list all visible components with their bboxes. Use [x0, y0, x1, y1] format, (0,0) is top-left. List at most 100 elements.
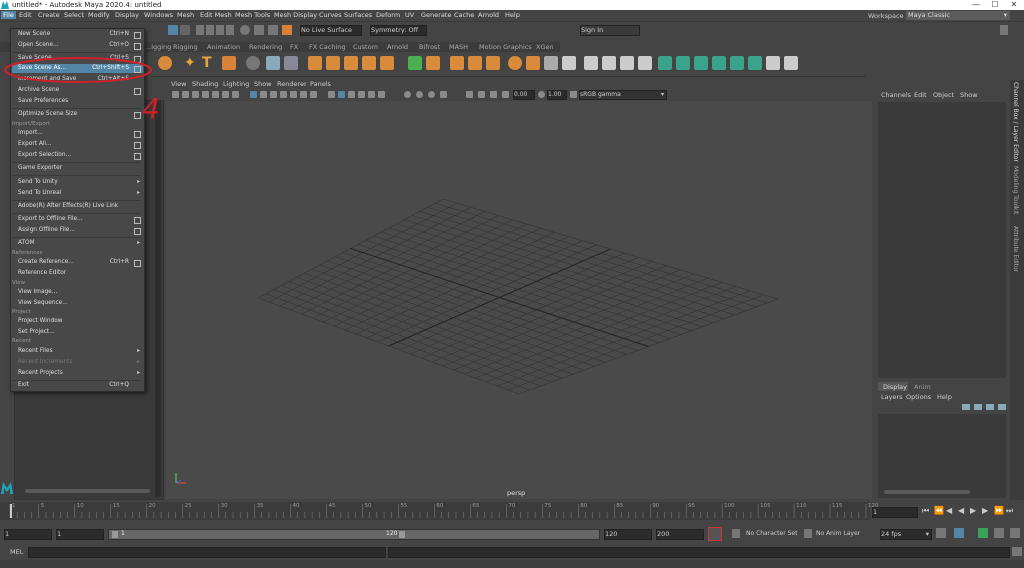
uv-layout-icon[interactable]	[766, 56, 780, 70]
anti-aliasing-icon[interactable]	[368, 91, 375, 98]
plane-icon[interactable]	[380, 56, 394, 70]
side-tab-modeling-toolkit[interactable]: Modeling Toolkit	[1012, 166, 1019, 214]
panel-menu-lighting[interactable]: Lighting	[223, 80, 249, 88]
safe-action-icon[interactable]	[440, 91, 447, 98]
isolate-select-icon[interactable]	[404, 91, 411, 98]
play-forward-icon[interactable]: ▶	[970, 506, 976, 515]
xray-mode-icon[interactable]	[416, 91, 423, 98]
close-button[interactable]: ✕	[1004, 0, 1024, 9]
cone-icon[interactable]	[362, 56, 376, 70]
use-lights-icon[interactable]	[300, 91, 307, 98]
anim-prefs-icon[interactable]	[1010, 528, 1020, 538]
layer-move-up-icon[interactable]	[962, 404, 970, 410]
menu-arnold[interactable]: Arnold	[478, 11, 499, 19]
uv-cylindrical-icon[interactable]	[712, 56, 726, 70]
camera-attr-icon[interactable]	[182, 91, 189, 98]
history-icon[interactable]	[240, 25, 250, 35]
tab-anim[interactable]: Anim	[914, 383, 931, 391]
menu-uv[interactable]: UV	[405, 11, 414, 19]
step-back-frame-icon[interactable]: ◀	[946, 506, 952, 515]
menu-item-create-reference[interactable]: Create Reference...	[18, 259, 74, 265]
snap-grid-icon[interactable]	[196, 25, 204, 35]
fill-hole-icon[interactable]	[526, 56, 540, 70]
tab-bifrost[interactable]: Bifrost	[419, 43, 440, 51]
menu-item-exit[interactable]: Exit	[18, 382, 29, 388]
option-box-icon[interactable]	[134, 260, 141, 267]
cylinder-icon[interactable]	[344, 56, 358, 70]
menu-mesh[interactable]: Mesh	[177, 11, 194, 19]
channel-edit-menu[interactable]: Edit	[914, 91, 927, 99]
color-space-dropdown[interactable]: sRGB gamma ▾	[579, 90, 667, 100]
sphere-icon[interactable]	[308, 56, 322, 70]
menu-item-atom[interactable]: ATOM	[18, 240, 35, 246]
smooth-shade-icon[interactable]	[270, 91, 277, 98]
current-time-indicator[interactable]	[10, 504, 12, 518]
render-icon[interactable]	[254, 25, 264, 35]
menu-item-recent-files[interactable]: Recent Files	[18, 348, 53, 354]
combine-icon[interactable]	[408, 56, 422, 70]
motion-blur-icon[interactable]	[358, 91, 365, 98]
grease-pencil-icon[interactable]	[478, 91, 485, 98]
ambient-occlusion-icon[interactable]	[348, 91, 355, 98]
uv-editor-icon[interactable]	[658, 56, 672, 70]
lock-camera-icon[interactable]	[212, 91, 219, 98]
menu-item-assign-offline[interactable]: Assign Offline File...	[18, 227, 75, 233]
menu-help[interactable]: Help	[505, 11, 520, 19]
bridge-icon[interactable]	[584, 56, 598, 70]
outliner-scrollbar[interactable]	[155, 101, 161, 497]
playback-end-field[interactable]: 120	[604, 529, 652, 540]
channels-menu[interactable]: Channels	[881, 91, 911, 99]
menu-surfaces[interactable]: Surfaces	[344, 11, 372, 19]
lasso-tool-icon[interactable]	[180, 25, 190, 35]
star-icon[interactable]: ✦	[184, 56, 198, 70]
menu-item-export-offline[interactable]: Export to Offline File...	[18, 216, 83, 222]
range-end-handle[interactable]	[399, 531, 405, 538]
character-set-icon[interactable]	[732, 529, 740, 538]
layers-menu[interactable]: Layers	[881, 393, 903, 401]
layer-help-menu[interactable]: Help	[937, 393, 952, 401]
soccer-ball-icon[interactable]	[508, 56, 522, 70]
uv-automatic-icon[interactable]	[694, 56, 708, 70]
menu-modify[interactable]: Modify	[88, 11, 110, 19]
grid-toggle-icon[interactable]	[250, 91, 257, 98]
menu-curves[interactable]: Curves	[319, 11, 342, 19]
script-editor-icon[interactable]	[1012, 547, 1022, 556]
snap-view-icon[interactable]	[226, 25, 234, 35]
menu-item-send-to-unity[interactable]: Send To Unity	[18, 179, 58, 185]
gate-mask-icon[interactable]	[502, 91, 509, 98]
tab-display[interactable]: Display	[878, 382, 908, 391]
new-layer-selected-icon[interactable]	[998, 404, 1006, 410]
boolean-icon[interactable]	[450, 56, 464, 70]
gamma-field[interactable]: 1.00	[547, 90, 567, 100]
panel-menu-view[interactable]: View	[171, 80, 186, 88]
menu-item-open-scene[interactable]: Open Scene...	[18, 42, 59, 48]
menu-edit-mesh[interactable]: Edit Mesh	[200, 11, 232, 19]
menu-windows[interactable]: Windows	[144, 11, 173, 19]
option-box-icon[interactable]	[134, 142, 141, 149]
smooth-icon[interactable]	[468, 56, 482, 70]
menu-item-set-project[interactable]: Set Project...	[18, 329, 55, 335]
snap-curve-icon[interactable]	[206, 25, 214, 35]
maximize-button[interactable]: ☐	[985, 0, 1005, 9]
step-forward-frame-icon[interactable]: ▶	[982, 506, 988, 515]
preferences-icon[interactable]	[954, 528, 964, 538]
mirror-icon[interactable]	[486, 56, 500, 70]
auto-key-icon[interactable]	[708, 527, 722, 541]
panel-menu-shading[interactable]: Shading	[192, 80, 218, 88]
menu-item-project-window[interactable]: Project Window	[18, 318, 63, 324]
start-time-field[interactable]: 1	[4, 529, 52, 540]
menu-item-export-selection[interactable]: Export Selection...	[18, 152, 71, 158]
tab-rendering[interactable]: Rendering	[249, 43, 282, 51]
loop-icon[interactable]	[936, 528, 946, 538]
separate-icon[interactable]	[426, 56, 440, 70]
option-box-icon[interactable]	[134, 43, 141, 50]
time-slider[interactable]: 1 5 10 15 20 25 30 35 40 45 50 55 60 65 70 75 80 85 90 95 10…	[0, 502, 879, 520]
uv-cut-icon[interactable]	[784, 56, 798, 70]
tab-fx[interactable]: FX	[290, 43, 298, 51]
menu-item-reference-editor[interactable]: Reference Editor	[18, 270, 66, 276]
hud-icon[interactable]	[428, 91, 435, 98]
film-gate-icon[interactable]	[222, 91, 229, 98]
workspace-select[interactable]: Maya Classic ▾	[906, 11, 1010, 20]
bevel-icon[interactable]	[266, 56, 280, 70]
bookmark-icon[interactable]	[192, 91, 199, 98]
